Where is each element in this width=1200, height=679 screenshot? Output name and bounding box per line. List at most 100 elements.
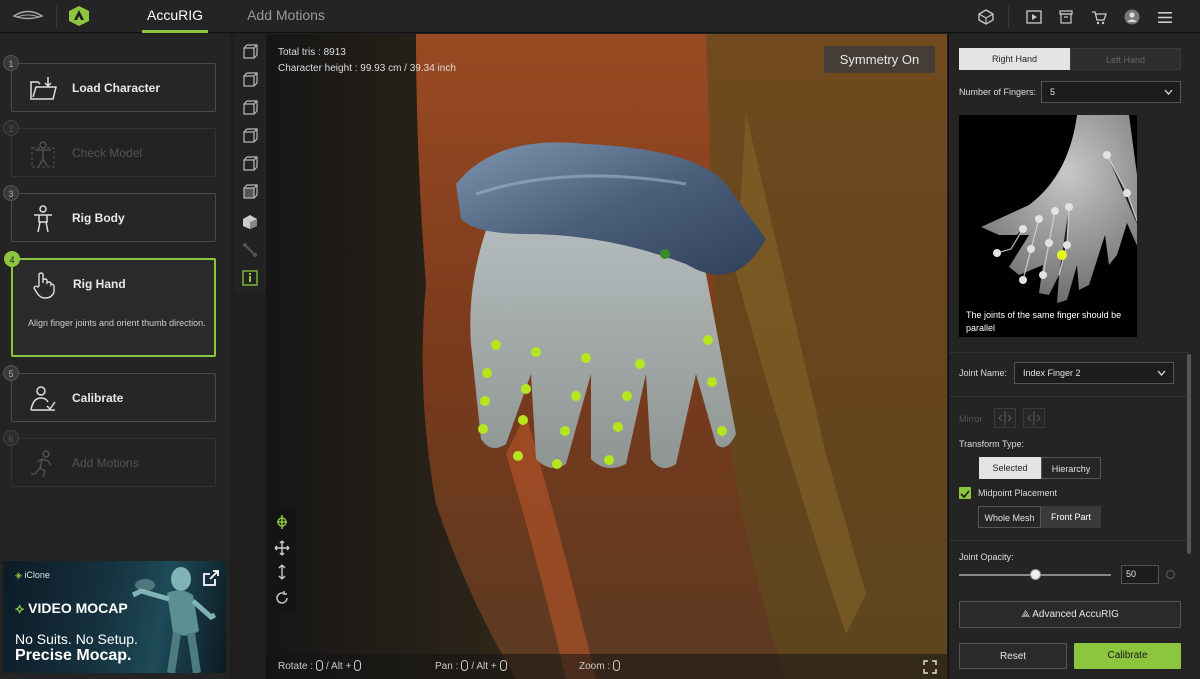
step-number: 4 [4,251,20,267]
zoom-hint: Zoom : [579,660,623,672]
advanced-accurig-button[interactable]: ⟁ Advanced AccuRIG [959,601,1181,628]
number-of-fingers-select[interactable]: 5 [1041,81,1181,103]
top-bar: AccuRIG Add Motions [0,0,1200,33]
external-link-icon[interactable] [202,569,220,587]
mirror-icon [1027,411,1041,425]
step-number: 6 [3,430,19,446]
play-icon[interactable] [1023,6,1045,28]
hand-pointer-icon [33,272,55,299]
view-cube-right-icon[interactable] [242,128,258,144]
step-rig-hand[interactable]: 4 Rig Hand Align finger joints and orien… [4,251,216,357]
tab-right-hand[interactable]: Right Hand [959,48,1070,70]
view-cube-back-icon[interactable] [242,72,258,88]
rotate-icon[interactable] [274,590,290,606]
step-label: Check Model [72,146,143,160]
step-label: Rig Hand [73,277,126,291]
zoom-label: Zoom : [579,661,611,672]
archive-icon[interactable] [1055,6,1077,28]
alt-modifier-label: / Alt + [471,661,497,672]
reset-button[interactable]: Reset [959,643,1067,669]
step-label: Load Character [72,81,161,95]
transform-hierarchy-button[interactable]: Hierarchy [1041,457,1101,479]
view-cube-left-icon[interactable] [242,100,258,116]
navigation-hints-bar: Rotate : / Alt + Pan : / Alt + Zoom : [266,654,947,679]
select-joint-icon[interactable] [274,514,290,530]
character-height-readout: Character height : 99.93 cm / 39.34 inch [278,63,456,74]
move-icon[interactable] [274,540,290,556]
workflow-panel: 1 Load Character 2 Check Model 3 Rig Bod… [0,34,230,679]
info-icon[interactable] [242,270,258,286]
mouse-icon [613,660,621,671]
number-of-fingers-label: Number of Fingers: [959,87,1037,97]
joint-name-select[interactable]: Index Finger 2 [1014,362,1174,384]
check-model-icon [31,141,55,168]
cube-icon[interactable] [975,6,997,28]
transform-type-label: Transform Type: [959,439,1025,449]
step-label: Add Motions [72,456,139,470]
menu-icon[interactable] [1154,6,1176,28]
step-number: 2 [3,120,19,136]
user-avatar-icon[interactable] [1121,6,1143,28]
bone-icon[interactable] [242,242,258,258]
mouse-icon [499,660,507,671]
mirror-icon [998,411,1012,425]
cart-icon[interactable] [1088,6,1110,28]
step-add-motions[interactable]: 6 Add Motions [3,430,216,487]
joint-opacity-slider-handle[interactable] [1030,569,1041,580]
step-number: 5 [3,365,19,381]
panel-scrollbar[interactable] [1187,354,1191,554]
alt-modifier-label: / Alt + [326,661,352,672]
3d-viewport[interactable]: Total tris : 8913 Character height : 99.… [266,34,947,679]
front-part-button[interactable]: Front Part [1041,506,1101,528]
view-tool-column [234,34,266,294]
tab-accurig[interactable]: AccuRIG [142,0,208,33]
hand-guide-illustration [981,115,1137,303]
select-value: 5 [1050,87,1056,97]
step-rig-body[interactable]: 3 Rig Body [3,185,216,242]
load-folder-icon [30,77,57,100]
ad-line-1: No Suits. No Setup. [15,631,138,647]
button-label: Advanced AccuRIG [1032,609,1119,620]
midpoint-placement-checkbox[interactable] [959,487,971,499]
view-cube-top-icon[interactable] [242,156,258,172]
joint-opacity-input[interactable]: 50 [1121,565,1159,584]
vertical-move-icon[interactable] [274,564,290,580]
divider [1008,6,1009,27]
mirror-left-button[interactable] [994,408,1016,428]
step-load-character[interactable]: 1 Load Character [3,55,216,112]
ad-headline: ⟡ VIDEO MOCAP [15,600,128,617]
tab-add-motions[interactable]: Add Motions [238,0,334,33]
iclone-brand: ◈ iClone [15,570,50,581]
run-icon [31,450,52,478]
calibrate-button[interactable]: Calibrate [1074,643,1181,669]
rotate-label: Rotate : [278,661,314,672]
headline-text: VIDEO MOCAP [28,600,128,616]
view-cube-front-icon[interactable] [242,44,258,60]
chevron-down-icon [1164,89,1173,95]
reallusion-logo-icon[interactable] [12,9,44,23]
step-check-model[interactable]: 2 Check Model [3,120,216,177]
checkmark-icon [960,490,970,499]
mouse-icon [354,660,362,671]
fullscreen-icon[interactable] [923,660,937,674]
tab-left-hand[interactable]: Left Hand [1070,48,1181,70]
mirror-label: Mirror [959,414,983,424]
transform-tool-strip [268,506,296,614]
midpoint-placement-label: Midpoint Placement [978,488,1058,498]
mocap-icon: ⟡ [15,600,29,616]
reset-circle-icon[interactable] [1165,569,1176,580]
symmetry-toggle-button[interactable]: Symmetry On [824,46,935,73]
step-calibrate[interactable]: 5 Calibrate [3,365,216,422]
video-mocap-ad[interactable]: ◈ iClone ⟡ VIDEO MOCAP No Suits. No Setu… [3,561,226,673]
view-cube-bottom-icon[interactable] [242,184,258,200]
whole-mesh-button[interactable]: Whole Mesh [978,506,1041,528]
total-tris-readout: Total tris : 8913 [278,47,346,58]
divider [949,540,1189,541]
select-value: Index Finger 2 [1023,368,1081,378]
shaded-cube-icon[interactable] [242,214,258,230]
accurig-logo-icon [69,6,89,26]
transform-selected-button[interactable]: Selected [979,457,1041,479]
divider [56,6,57,27]
mirror-right-button[interactable] [1023,408,1045,428]
pan-label: Pan : [435,661,459,672]
